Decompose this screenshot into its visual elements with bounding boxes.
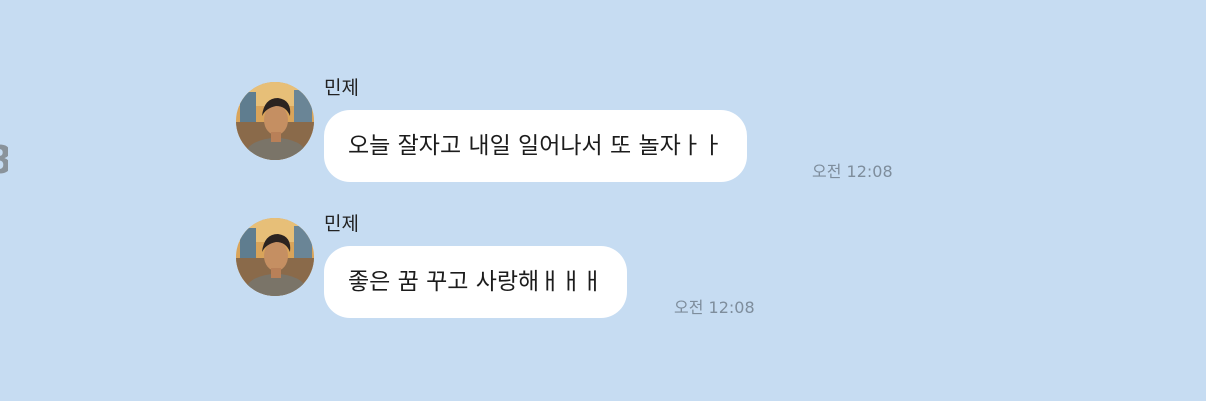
avatar[interactable]: [236, 218, 314, 296]
sender-name: 민제: [324, 213, 359, 235]
message-bubble[interactable]: 좋은 꿈 꾸고 사랑해ㅐㅐㅐ: [324, 246, 627, 318]
message-bubble[interactable]: 오늘 잘자고 내일 일어나서 또 놀자ㅏㅏ: [324, 110, 748, 182]
avatar-photo: [236, 82, 314, 160]
avatar-photo: [236, 218, 314, 296]
avatar[interactable]: [236, 82, 314, 160]
sender-name: 민제: [324, 77, 359, 99]
message-timestamp: 오전 12:08: [674, 298, 755, 317]
message-timestamp: 오전 12:08: [812, 162, 893, 181]
partial-icon-left-edge: 8: [0, 140, 8, 180]
